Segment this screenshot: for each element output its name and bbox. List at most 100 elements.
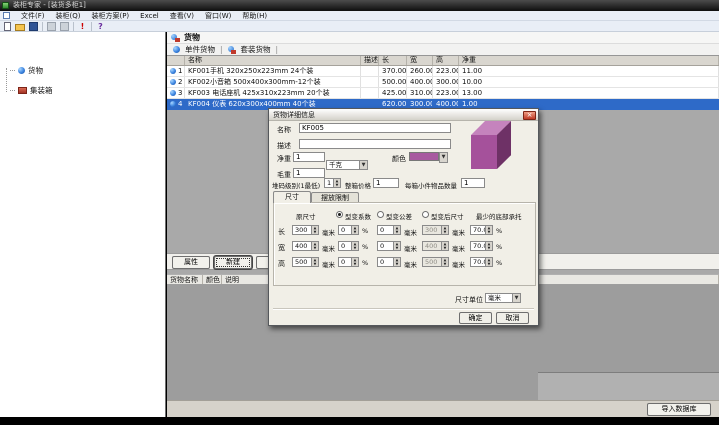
open-folder-icon[interactable]: [15, 24, 25, 31]
size-group: 原尺寸 型变系数 型变公差 型变后尺寸 最少的底部承托 长 300▲▼ 毫米 0…: [273, 202, 536, 286]
menu-item-plan[interactable]: 装柜方案(P): [91, 11, 129, 21]
width-support-spinner[interactable]: 70.0▲▼: [470, 241, 493, 251]
dialog-title-bar: 货物详细信息 ×: [269, 109, 538, 121]
net-weight-label: 净重: [277, 154, 291, 164]
spinner-buttons[interactable]: ▲▼: [351, 226, 358, 234]
spinner-buttons[interactable]: ▲▼: [333, 179, 340, 187]
mm-unit-label: 毫米: [322, 243, 335, 253]
height-row-label: 高: [278, 259, 285, 269]
percent-label: %: [496, 259, 502, 267]
toolbar-separator: [42, 22, 43, 31]
cargo-height: 223.00: [433, 88, 459, 98]
length-tolerance-spinner[interactable]: 0▲▼: [377, 225, 401, 235]
cargo-net-weight: 13.00: [459, 88, 719, 98]
spinner-buttons[interactable]: ▲▼: [485, 226, 492, 234]
properties-button[interactable]: 属性: [172, 256, 210, 269]
height-coefficient-spinner[interactable]: 0▲▼: [338, 257, 359, 267]
tab-separator: |: [220, 45, 223, 54]
menu-item-load[interactable]: 装柜(Q): [56, 11, 81, 21]
weight-unit-select[interactable]: 千克 ▼: [326, 160, 368, 170]
height-tolerance-spinner[interactable]: 0▲▼: [377, 257, 401, 267]
validate-icon[interactable]: !: [78, 22, 87, 31]
table-row[interactable]: 1 KF001手机 320x250x223mm 24个装 370.00 260.…: [167, 66, 719, 77]
items-per-box-field[interactable]: [461, 178, 485, 188]
menu-item-file[interactable]: 文件(F): [21, 11, 45, 21]
min-bottom-support-label: 最少的底部承托: [476, 211, 522, 221]
table-row[interactable]: 2 KF002小音箱 500x400x300mm-12个装 500.00 400…: [167, 77, 719, 88]
chevron-down-icon: ▼: [512, 294, 520, 302]
height-original-spinner[interactable]: 500▲▼: [292, 257, 319, 267]
cargo-name: KF002小音箱 500x400x300mm-12个装: [185, 77, 361, 87]
size-unit-select[interactable]: 毫米 ▼: [485, 293, 521, 303]
cargo-description: [361, 66, 379, 76]
child-window-icon[interactable]: [3, 12, 10, 19]
width-deformed-spinner: 400▲▼: [422, 241, 449, 251]
page-title: 货物: [184, 32, 200, 43]
deform-tolerance-radio[interactable]: [377, 211, 384, 218]
spinner-buttons[interactable]: ▲▼: [351, 258, 358, 266]
set-cargo-icon: [228, 46, 236, 54]
width-tolerance-spinner[interactable]: 0▲▼: [377, 241, 401, 251]
height-deformed-spinner: 500▲▼: [422, 257, 449, 267]
row-index: 2: [178, 77, 182, 87]
stack-level-spinner[interactable]: 1 ▲▼: [324, 178, 341, 188]
import-database-button[interactable]: 导入数据库: [647, 403, 711, 416]
percent-label: %: [496, 227, 502, 235]
net-weight-field[interactable]: [293, 152, 325, 162]
print-preview-icon[interactable]: [47, 22, 56, 31]
spinner-buttons[interactable]: ▲▼: [311, 242, 318, 250]
save-icon[interactable]: [29, 22, 38, 31]
length-original-spinner[interactable]: 300▲▼: [292, 225, 319, 235]
ok-button[interactable]: 确定: [459, 312, 492, 324]
width-coefficient-spinner[interactable]: 0▲▼: [338, 241, 359, 251]
spinner-buttons[interactable]: ▲▼: [393, 258, 400, 266]
sidebar-item-container[interactable]: 集装箱: [10, 85, 53, 95]
weight-unit-value: 千克: [329, 161, 342, 169]
menu-item-excel[interactable]: Excel: [140, 12, 159, 20]
menu-item-help[interactable]: 帮助(H): [242, 11, 267, 21]
tab-size[interactable]: 尺寸: [273, 191, 311, 203]
cargo-description: [361, 88, 379, 98]
name-field[interactable]: [299, 123, 451, 133]
tree-connector: [6, 68, 7, 92]
help-icon[interactable]: ?: [96, 22, 105, 31]
sidebar-item-cargo[interactable]: 货物: [10, 65, 43, 75]
width-original-spinner[interactable]: 400▲▼: [292, 241, 319, 251]
column-net-weight: 净重: [459, 56, 719, 65]
box-price-field[interactable]: [373, 178, 399, 188]
menu-item-view[interactable]: 查看(V): [170, 11, 194, 21]
mm-unit-label: 毫米: [322, 227, 335, 237]
cargo-length: 425.00: [379, 88, 407, 98]
description-field[interactable]: [299, 139, 451, 149]
new-button[interactable]: 新建: [214, 256, 252, 269]
cargo-table-header: 名称 描述 长 宽 高 净重: [167, 56, 719, 66]
spinner-buttons[interactable]: ▲▼: [311, 226, 318, 234]
table-row[interactable]: 3 KF003 电话座机 425x310x223mm 20个装 425.00 3…: [167, 88, 719, 99]
gross-weight-field[interactable]: [293, 168, 325, 178]
tab-single-cargo[interactable]: 单件货物: [185, 44, 215, 55]
cargo-header-icon: [171, 34, 180, 42]
deformed-size-radio[interactable]: [422, 211, 429, 218]
cancel-button[interactable]: 取消: [496, 312, 529, 324]
close-icon[interactable]: ×: [523, 111, 536, 120]
length-deformed-spinner: 300▲▼: [422, 225, 449, 235]
spinner-buttons[interactable]: ▲▼: [393, 242, 400, 250]
length-coefficient-spinner[interactable]: 0▲▼: [338, 225, 359, 235]
print-icon[interactable]: [60, 22, 69, 31]
tab-set-cargo[interactable]: 套装货物: [241, 44, 271, 55]
deform-coefficient-radio[interactable]: [336, 211, 343, 218]
cargo-description: [361, 77, 379, 87]
new-document-icon[interactable]: [4, 22, 11, 31]
spinner-buttons[interactable]: ▲▼: [485, 258, 492, 266]
color-select[interactable]: ▼: [439, 152, 448, 163]
spinner-buttons[interactable]: ▲▼: [485, 242, 492, 250]
height-support-spinner[interactable]: 70.0▲▼: [470, 257, 493, 267]
spinner-buttons[interactable]: ▲▼: [351, 242, 358, 250]
percent-label: %: [362, 243, 368, 251]
length-support-spinner[interactable]: 70.0▲▼: [470, 225, 493, 235]
spinner-buttons[interactable]: ▲▼: [393, 226, 400, 234]
menu-item-window[interactable]: 窗口(W): [205, 11, 231, 21]
spinner-buttons[interactable]: ▲▼: [311, 258, 318, 266]
column-description: 描述: [361, 56, 379, 65]
percent-label: %: [496, 243, 502, 251]
